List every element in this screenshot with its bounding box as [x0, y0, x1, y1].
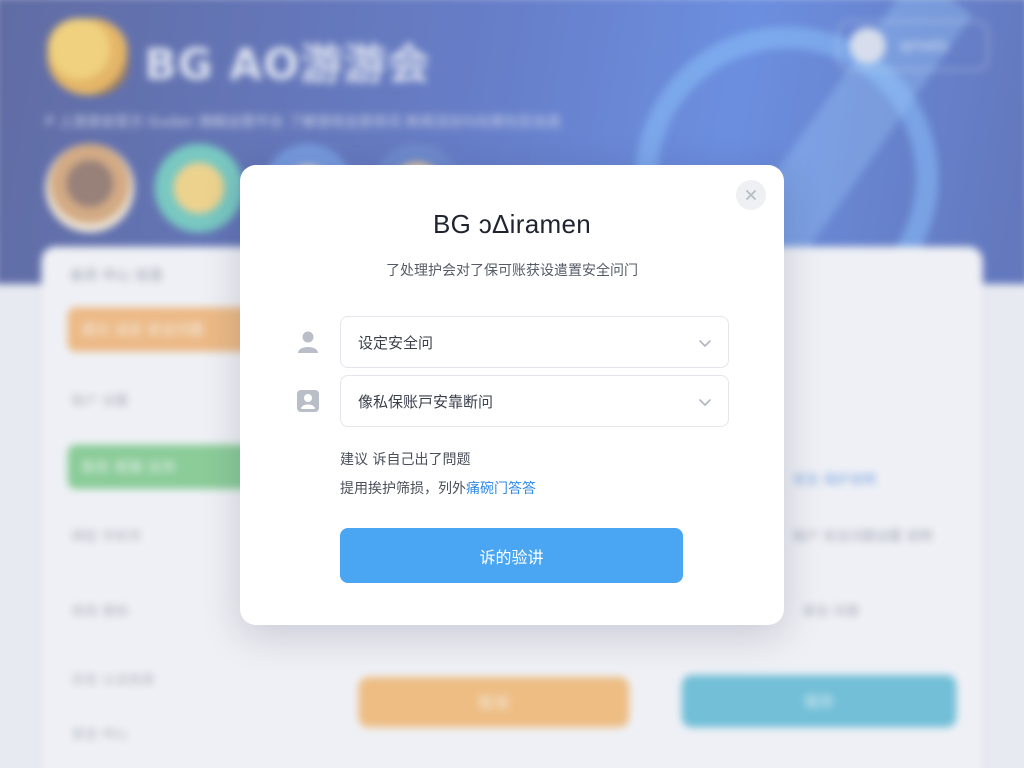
security-question-dialog: BG ͻΔiramen 了处理护会对了保可账获设遣置安全问门 设定安全问 像私保…: [240, 165, 784, 625]
chevron-down-icon: [699, 340, 711, 347]
chevron-down-icon: [699, 399, 711, 406]
close-button[interactable]: [736, 180, 766, 210]
dialog-subtitle: 了处理护会对了保可账获设遣置安全问门: [386, 263, 638, 279]
select-value: 像私保账戸安靠断问: [358, 392, 494, 411]
security-question-select[interactable]: 设定安全问: [340, 316, 729, 368]
hint-text: 建议 诉自己出了問题: [340, 452, 471, 468]
submit-button[interactable]: 诉的验讲: [340, 528, 683, 583]
answer-row: 像私保账戸安靠断问: [240, 375, 784, 427]
user-icon: [298, 331, 318, 353]
help-link[interactable]: 痛碗门答答: [466, 481, 536, 497]
question-row: 设定安全问: [240, 316, 784, 368]
select-value: 设定安全问: [358, 333, 434, 352]
close-icon: [746, 190, 756, 200]
id-badge-icon: [297, 390, 319, 412]
dialog-title: BG ͻΔiramen: [433, 209, 591, 239]
security-answer-select[interactable]: 像私保账戸安靠断问: [340, 375, 729, 427]
hint-text-with-link: 提用挨护筛损，列外痛碗门答答: [340, 478, 536, 498]
hint-text: 提用挨护筛损，列外: [340, 481, 466, 497]
